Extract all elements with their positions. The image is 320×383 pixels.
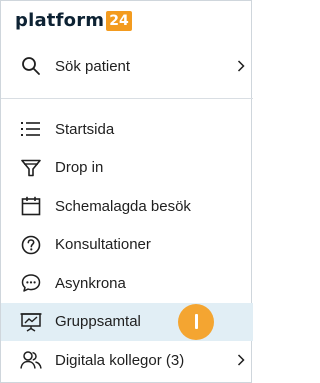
search-patient-label: Sök patient <box>55 57 131 75</box>
nav-item-gruppsamtal[interactable]: Gruppsamtal <box>1 302 253 341</box>
calendar-icon <box>20 195 42 217</box>
nav-item-startsida[interactable]: Startsida <box>1 110 253 149</box>
search-patient-item[interactable]: Sök patient <box>1 47 253 86</box>
people-icon <box>20 349 42 371</box>
nav-item-drop-in[interactable]: Drop in <box>1 149 253 188</box>
brand-name: platform <box>15 10 105 31</box>
chevron-right-icon <box>235 59 247 73</box>
brand-badge: 24 <box>106 11 132 31</box>
nav-item-label: Digitala kollegor (3) <box>55 351 185 369</box>
nav-item-konsultationer[interactable]: Konsultationer <box>1 226 253 265</box>
nav-item-asynkrona[interactable]: Asynkrona <box>1 264 253 303</box>
text-cursor-indicator <box>178 303 214 340</box>
funnel-icon <box>20 157 42 179</box>
nav-item-label: Startsida <box>55 120 115 138</box>
platform24-logo[interactable]: platform 24 <box>15 9 132 33</box>
cursor-bar <box>194 314 198 330</box>
nav-item-label: Schemalagda besök <box>55 197 191 215</box>
nav-item-digitala-kollegor[interactable]: Digitala kollegor (3) <box>1 341 253 380</box>
main-navigation: Startsida Drop in Schemalagda besök Kons… <box>1 110 253 380</box>
chat-bubble-icon <box>20 272 42 294</box>
nav-item-label: Drop in <box>55 159 104 177</box>
nav-item-label: Asynkrona <box>55 274 126 292</box>
nav-item-label: Konsultationer <box>55 236 151 254</box>
divider <box>1 98 253 99</box>
list-icon <box>20 118 42 140</box>
search-icon <box>20 55 42 77</box>
chevron-right-icon <box>235 353 247 367</box>
nav-item-label: Gruppsamtal <box>55 313 141 331</box>
sidebar: platform 24 Sök patient Startsida Drop i… <box>0 0 253 383</box>
presentation-icon <box>20 311 42 333</box>
nav-item-schemalagda-besok[interactable]: Schemalagda besök <box>1 187 253 226</box>
question-circle-icon <box>20 234 42 256</box>
